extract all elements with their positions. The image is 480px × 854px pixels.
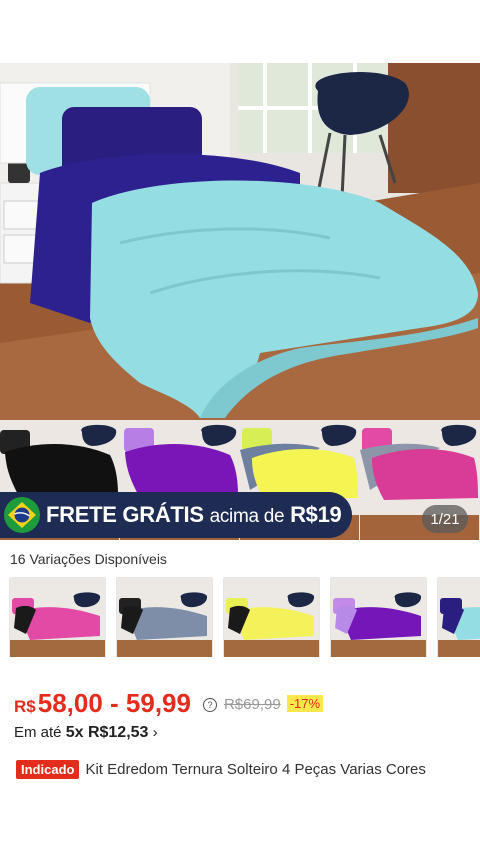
product-title-row: Indicado Kit Edredom Ternura Solteiro 4 … <box>16 760 426 779</box>
variation-pink[interactable] <box>9 577 106 657</box>
free-shipping-banner: FRETE GRÁTIS acima de R$19 <box>0 492 352 538</box>
variation-list <box>9 577 480 657</box>
old-price: R$69,99 <box>223 696 281 713</box>
installment-prefix: Em até <box>14 724 62 741</box>
variation-aqua[interactable] <box>437 577 480 657</box>
price-currency: R$ <box>14 697 36 716</box>
variations-count-label: 16 Variações Disponíveis <box>10 551 167 567</box>
price-row: R$ 58,00 - 59,99 ? R$69,99 -17% <box>14 688 324 719</box>
recommended-badge: Indicado <box>16 760 80 779</box>
image-counter: 1/21 <box>422 505 468 533</box>
variation-gray[interactable] <box>116 577 213 657</box>
question-icon[interactable]: ? <box>202 698 217 712</box>
variation-purple[interactable] <box>330 577 427 657</box>
installment-row[interactable]: Em até 5x R$12,53 › <box>14 724 158 742</box>
discount-badge: -17% <box>286 695 324 712</box>
product-title: Kit Edredom Ternura Solteiro 4 Peças Var… <box>85 761 426 778</box>
price-range: 58,00 - 59,99 <box>37 688 191 718</box>
free-shipping-text: FRETE GRÁTIS acima de R$19 <box>46 502 342 527</box>
chevron-right-icon: › <box>152 724 158 741</box>
variation-yellow[interactable] <box>223 577 320 657</box>
brazil-flag-icon <box>4 497 40 533</box>
installment-value: 5x R$12,53 <box>65 724 149 741</box>
